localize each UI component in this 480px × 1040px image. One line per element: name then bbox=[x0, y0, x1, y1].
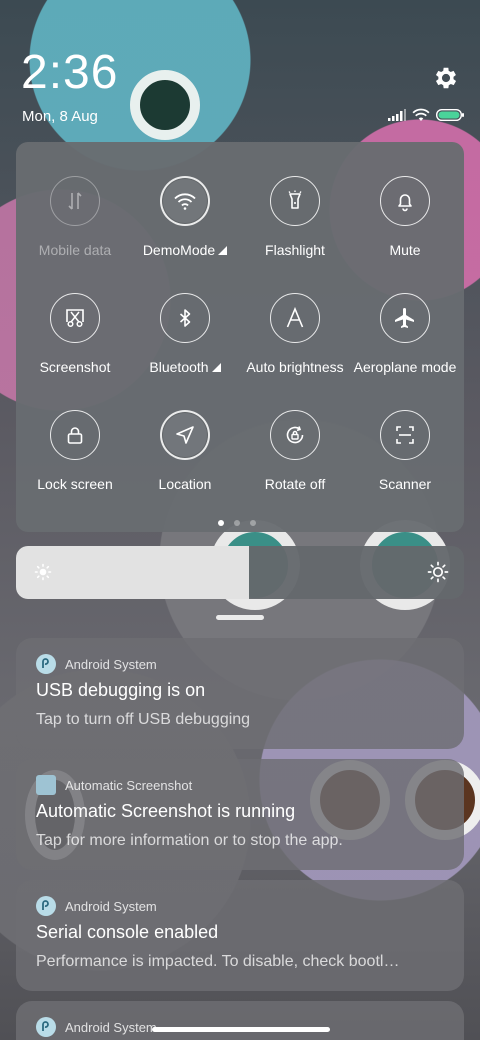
notification-card[interactable]: Android System USB debugging is on Tap t… bbox=[16, 638, 464, 749]
page-dot[interactable] bbox=[218, 520, 224, 526]
status-area: 2:36 Mon, 8 Aug bbox=[0, 0, 480, 140]
tile-label: Screenshot bbox=[39, 359, 111, 375]
date[interactable]: Mon, 8 Aug bbox=[22, 108, 98, 125]
auto-brightness-icon bbox=[270, 293, 320, 343]
battery-icon bbox=[435, 108, 464, 126]
notification-body: Tap to turn off USB debugging bbox=[36, 711, 251, 728]
page-indicator bbox=[218, 520, 256, 526]
drag-handle[interactable] bbox=[216, 615, 264, 620]
home-gesture-bar[interactable] bbox=[152, 1027, 330, 1032]
tile-label: DemoMode bbox=[142, 242, 216, 258]
tile-label: Lock screen bbox=[37, 476, 113, 492]
notification-title: Automatic Screenshot is running bbox=[36, 801, 296, 821]
airplane-icon bbox=[380, 293, 430, 343]
quick-settings-panel: Mobile data DemoMode Flashlight Mute Scr… bbox=[16, 142, 464, 532]
tile-label: Bluetooth bbox=[149, 359, 209, 375]
location-icon bbox=[160, 410, 210, 460]
tile-lock-screen[interactable]: Lock screen bbox=[20, 410, 130, 492]
bell-icon bbox=[380, 176, 430, 226]
lock-icon bbox=[50, 410, 100, 460]
android-system-icon bbox=[36, 654, 56, 674]
tile-label: Scanner bbox=[378, 476, 432, 492]
notification-app-name: Automatic Screenshot bbox=[65, 777, 193, 793]
scanner-icon bbox=[380, 410, 430, 460]
page-dot[interactable] bbox=[250, 520, 256, 526]
gear-icon[interactable] bbox=[432, 64, 460, 92]
android-system-icon bbox=[36, 1017, 56, 1037]
tile-aeroplane-mode[interactable]: Aeroplane mode bbox=[350, 293, 460, 375]
signal-triangle-icon bbox=[211, 363, 221, 372]
wifi-icon bbox=[160, 176, 210, 226]
tile-label: Mute bbox=[389, 242, 421, 258]
tile-scanner[interactable]: Scanner bbox=[350, 410, 460, 492]
page-dot[interactable] bbox=[234, 520, 240, 526]
tile-flashlight[interactable]: Flashlight bbox=[240, 176, 350, 258]
notification-app-name: Android System bbox=[65, 656, 157, 672]
flashlight-icon bbox=[270, 176, 320, 226]
cellular-signal-icon bbox=[388, 108, 406, 126]
clock[interactable]: 2:36 bbox=[21, 47, 118, 99]
bluetooth-icon bbox=[160, 293, 210, 343]
tile-screenshot[interactable]: Screenshot bbox=[20, 293, 130, 375]
tile-mute[interactable]: Mute bbox=[350, 176, 460, 258]
tile-label: Mobile data bbox=[38, 242, 112, 258]
tile-demomode[interactable]: DemoMode bbox=[130, 176, 240, 258]
notification-body: Tap for more information or to stop the … bbox=[36, 832, 343, 849]
tile-label: Location bbox=[158, 476, 212, 492]
tile-rotate-off[interactable]: Rotate off bbox=[240, 410, 350, 492]
tile-label: Flashlight bbox=[265, 242, 325, 258]
brightness-high-icon bbox=[427, 561, 449, 588]
tile-label: Auto brightness bbox=[246, 359, 344, 375]
notification-app-name: Android System bbox=[65, 1019, 157, 1035]
wifi-status-icon bbox=[412, 108, 430, 127]
mobile-data-icon bbox=[50, 176, 100, 226]
notification-card[interactable]: Android System bbox=[16, 1001, 464, 1040]
signal-triangle-icon bbox=[218, 246, 228, 255]
rotate-lock-icon bbox=[270, 410, 320, 460]
notification-app-name: Android System bbox=[65, 898, 157, 914]
notification-title: Serial console enabled bbox=[36, 922, 219, 942]
notification-card[interactable]: Automatic Screenshot Automatic Screensho… bbox=[16, 759, 464, 870]
tile-mobile-data[interactable]: Mobile data bbox=[20, 176, 130, 258]
automatic-screenshot-icon bbox=[36, 775, 56, 795]
notification-card[interactable]: Android System Serial console enabled Pe… bbox=[16, 880, 464, 991]
system-status-icons bbox=[388, 107, 464, 127]
screenshot-icon bbox=[50, 293, 100, 343]
brightness-slider[interactable] bbox=[16, 546, 464, 599]
tile-label: Rotate off bbox=[264, 476, 326, 492]
notification-title: USB debugging is on bbox=[36, 680, 206, 700]
brightness-low-icon bbox=[34, 563, 52, 586]
tile-label: Aeroplane mode bbox=[353, 359, 457, 375]
tile-auto-brightness[interactable]: Auto brightness bbox=[240, 293, 350, 375]
android-system-icon bbox=[36, 896, 56, 916]
notification-body: Performance is impacted. To disable, che… bbox=[36, 953, 400, 970]
tile-bluetooth[interactable]: Bluetooth bbox=[130, 293, 240, 375]
tile-location[interactable]: Location bbox=[130, 410, 240, 492]
